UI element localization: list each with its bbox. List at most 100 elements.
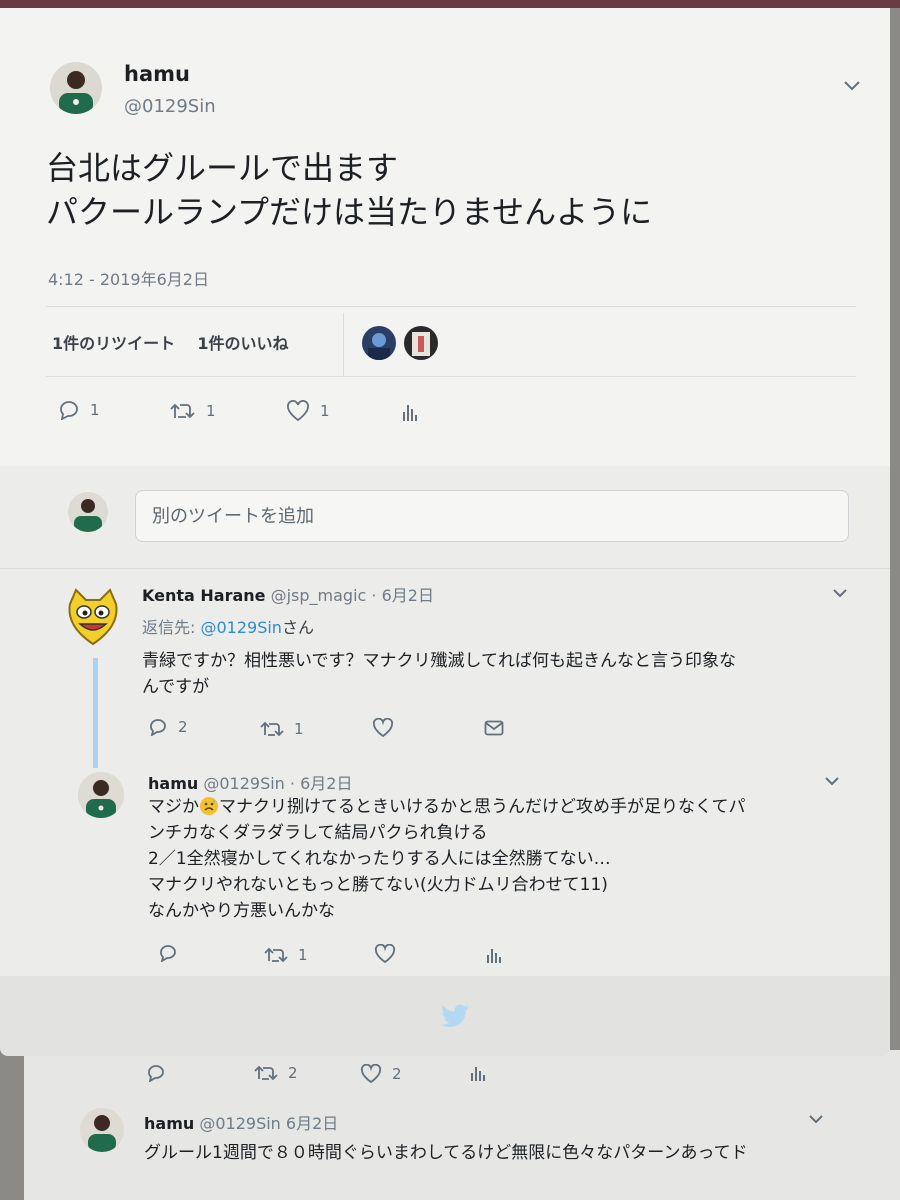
reply-retweet-count: 1 (298, 946, 308, 964)
bg-like-count: 2 (392, 1065, 402, 1083)
reply-text-segment: マナクリ捌けてるときいけるかと思うんだけど攻め手が足りなくてパ (219, 797, 746, 817)
bg-tweet-date[interactable]: 6月2日 (286, 1114, 338, 1133)
main-tweet-text: 台北はグルールで出ます パクールランプだけは当たりませんように (46, 146, 652, 234)
main-tweet-text-line: 台北はグルールで出ます (46, 149, 399, 187)
add-tweet-input[interactable]: 別のツイートを追加 (135, 490, 849, 542)
bg-tweet-menu[interactable] (808, 1114, 824, 1124)
bg-tweet-avatar[interactable] (80, 1108, 124, 1152)
chevron-down-icon (809, 1115, 823, 1124)
reply-text: マジか マナクリ捌けてるときいけるかと思うんだけど攻め手が足りなくてパ ンチカなく… (148, 794, 746, 924)
reply-header: Kenta Harane @jsp_magic · 6月2日 (142, 582, 434, 606)
sad-face-emoji-icon (200, 797, 218, 815)
main-tweet-text-line: パクールランプだけは当たりませんように (46, 193, 653, 231)
reply-display-name[interactable]: Kenta Harane (142, 586, 266, 605)
reply-reply-count: 2 (178, 718, 188, 736)
retweeter-avatar[interactable] (404, 326, 438, 360)
reply-text-line: 2／1全然寝かしてくれなかったりする人には全然勝てない… (148, 849, 611, 869)
liker-avatar[interactable] (362, 326, 396, 360)
bg-tweet-display-name[interactable]: hamu (144, 1114, 194, 1133)
heart-icon (374, 944, 396, 964)
reply-date[interactable]: · 6月2日 (371, 586, 434, 605)
background-timeline: 2 2 hamu @0129Sin 6月2日 グルール1週間で８０時間ぐらいまわ… (24, 1050, 900, 1200)
reply-dm-action[interactable] (484, 720, 504, 736)
bg-tweet-handle[interactable]: @0129Sin (199, 1114, 280, 1133)
analytics-icon (487, 949, 501, 963)
reply-retweet-action[interactable]: 1 (264, 946, 308, 964)
retweets-count-link[interactable]: 1件のリツイート (52, 334, 175, 353)
reply-header: hamu @0129Sin · 6月2日 (148, 770, 352, 794)
reply-reply-action[interactable]: 2 (148, 718, 188, 736)
retweet-icon (254, 1065, 278, 1081)
reply-icon (160, 945, 176, 962)
main-tweet-avatar[interactable] (50, 62, 102, 114)
modal-footer (0, 976, 890, 1056)
likes-count-link[interactable]: 1件のいいね (197, 334, 288, 353)
replying-to-handle[interactable]: @0129Sin (200, 618, 281, 637)
divider (46, 376, 856, 377)
chevron-down-icon (844, 81, 860, 91)
reply-avatar-cat[interactable] (62, 586, 124, 650)
reply-reply-action[interactable] (158, 944, 178, 962)
reply-date[interactable]: · 6月2日 (290, 774, 353, 793)
replying-to-suffix: さん (281, 618, 314, 637)
reply-handle[interactable]: @jsp_magic (271, 586, 367, 605)
reply-handle[interactable]: @0129Sin (203, 774, 284, 793)
reply-menu[interactable] (832, 588, 848, 598)
heart-icon (360, 1064, 382, 1084)
bg-tweet-header: hamu @0129Sin 6月2日 (144, 1110, 338, 1134)
reply-display-name[interactable]: hamu (148, 774, 198, 793)
retweet-icon (170, 403, 195, 419)
reply-like-action[interactable] (374, 944, 396, 964)
bg-like-action[interactable]: 2 (360, 1064, 402, 1084)
reply-text-line: 青緑ですか？相性悪いです？マナクリ殲滅してれば何も起きんなと言う印象な (142, 651, 736, 671)
analytics-icon (471, 1067, 485, 1081)
reply-avatar-hamu[interactable] (78, 772, 124, 818)
reply-retweet-count: 1 (294, 720, 304, 738)
main-tweet-handle[interactable]: @0129Sin (124, 96, 216, 117)
like-action[interactable]: 1 (286, 400, 330, 422)
reply-text-segment: マジか (148, 797, 199, 817)
heart-icon (372, 718, 394, 738)
main-tweet-menu[interactable] (843, 80, 861, 91)
analytics-action[interactable] (402, 402, 420, 422)
replying-to-prefix: 返信先: (142, 618, 201, 637)
bg-retweet-count: 2 (288, 1064, 298, 1082)
reply-analytics-action[interactable] (486, 946, 502, 964)
heart-icon (287, 400, 309, 422)
reply-text: 青緑ですか？相性悪いです？マナクリ殲滅してれば何も起きんなと言う印象な んですが (142, 648, 736, 700)
reply-icon (150, 719, 166, 736)
envelope-icon (484, 720, 504, 736)
divider (0, 568, 890, 569)
reply-text-line: マナクリやれないともっと勝てない(火力ドムリ合わせて11) (148, 875, 608, 895)
chevron-down-icon (825, 777, 839, 786)
reply-text-line: なんかやり方悪いんかな (148, 901, 335, 921)
divider (46, 306, 856, 307)
thread-connector-line (93, 658, 98, 768)
replying-to: 返信先: @0129Sinさん (142, 614, 314, 638)
engagement-stats: 1件のリツイート 1件のいいね (52, 330, 288, 354)
bg-reply-action[interactable] (146, 1064, 166, 1082)
reply-like-action[interactable] (372, 718, 394, 738)
like-count: 1 (320, 402, 330, 420)
compose-avatar[interactable] (68, 492, 108, 532)
reply-text-line: ンチカなくダラダラして結局パクられ負ける (148, 823, 488, 843)
main-tweet-display-name[interactable]: hamu (124, 62, 190, 86)
reply-menu[interactable] (824, 776, 840, 786)
reply-icon (148, 1065, 164, 1082)
reply-action[interactable]: 1 (58, 400, 100, 420)
chevron-down-icon (833, 589, 847, 598)
tweet-modal: hamu @0129Sin 台北はグルールで出ます パクールランプだけは当たりま… (0, 8, 890, 1056)
retweet-icon (260, 721, 284, 737)
reply-retweet-action[interactable]: 1 (260, 720, 304, 738)
reply-count: 1 (90, 401, 100, 419)
bg-retweet-action[interactable]: 2 (254, 1064, 298, 1082)
reply-text-line: んですが (142, 677, 210, 697)
bg-tweet-text: グルール1週間で８０時間ぐらいまわしてるけど無限に色々なパターンあってド (144, 1143, 748, 1163)
reply-icon (60, 401, 78, 420)
twitter-bird-icon (440, 1004, 470, 1032)
bg-analytics-action[interactable] (470, 1064, 486, 1082)
retweet-action[interactable]: 1 (170, 402, 216, 420)
analytics-icon (403, 405, 417, 421)
retweet-icon (264, 947, 288, 963)
main-tweet-timestamp[interactable]: 4:12 - 2019年6月2日 (48, 266, 209, 290)
